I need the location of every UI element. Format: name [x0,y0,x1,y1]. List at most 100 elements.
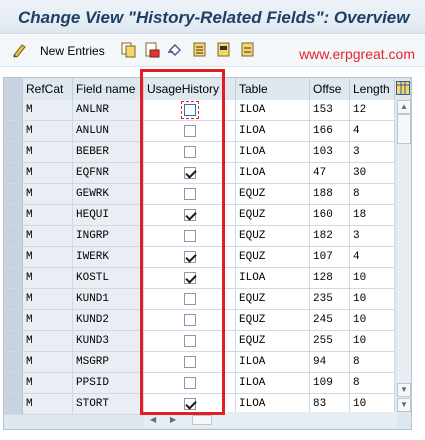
cell-offset[interactable]: 94 [310,352,350,373]
scroll-right-button[interactable]: ▶ [170,415,176,424]
scroll-end-button[interactable]: ▼ [397,398,411,412]
header-usage-history[interactable]: UsageHistory [144,78,236,100]
header-field-name[interactable]: Field name [73,78,144,100]
select-block-button[interactable] [216,41,232,61]
cell-refcat: M [23,163,73,184]
cell-table[interactable]: EQUZ [236,247,310,268]
cell-length[interactable]: 8 [350,373,395,394]
cell-offset[interactable]: 188 [310,184,350,205]
cell-length[interactable]: 12 [350,100,395,121]
column-settings-button[interactable] [395,78,411,100]
header-table[interactable]: Table [236,78,310,100]
usage-history-checkbox[interactable] [183,230,196,242]
cell-table[interactable]: ILOA [236,142,310,163]
scroll-left-button[interactable]: ◀ [150,415,156,424]
cell-length[interactable]: 3 [350,142,395,163]
cell-table[interactable]: ILOA [236,352,310,373]
cell-table[interactable]: EQUZ [236,205,310,226]
row-selector[interactable] [4,289,23,310]
usage-history-checkbox[interactable] [183,146,196,158]
cell-offset[interactable]: 153 [310,100,350,121]
cell-table[interactable]: EQUZ [236,184,310,205]
row-selector[interactable] [4,352,23,373]
undo-button[interactable] [167,41,183,61]
usage-history-checkbox[interactable] [183,167,196,179]
cell-table[interactable]: ILOA [236,100,310,121]
usage-history-checkbox[interactable] [183,335,196,347]
cell-length[interactable]: 3 [350,226,395,247]
usage-history-checkbox[interactable] [183,377,196,389]
usage-history-checkbox[interactable] [183,188,196,200]
row-selector[interactable] [4,394,23,415]
table-row: M IWERK EQUZ 107 4 [4,247,395,268]
cell-length[interactable]: 10 [350,331,395,352]
cell-length[interactable]: 10 [350,310,395,331]
cell-length[interactable]: 8 [350,184,395,205]
cell-length[interactable]: 8 [350,352,395,373]
row-selector[interactable] [4,268,23,289]
header-refcat[interactable]: RefCat [23,78,73,100]
cell-offset[interactable]: 107 [310,247,350,268]
cell-offset[interactable]: 182 [310,226,350,247]
scroll-thumb[interactable] [397,114,411,144]
header-offset[interactable]: Offse [310,78,350,100]
cell-offset[interactable]: 160 [310,205,350,226]
cell-table[interactable]: ILOA [236,163,310,184]
cell-length[interactable]: 4 [350,247,395,268]
usage-history-checkbox[interactable] [183,356,196,368]
row-selector[interactable] [4,163,23,184]
usage-history-checkbox[interactable] [183,125,196,137]
row-selector[interactable] [4,373,23,394]
row-selector[interactable] [4,247,23,268]
copy-button[interactable] [121,41,137,61]
cell-offset[interactable]: 245 [310,310,350,331]
display-change-button[interactable]: New Entries [12,41,105,61]
cell-length[interactable]: 4 [350,121,395,142]
usage-history-checkbox[interactable] [180,101,199,119]
cell-offset[interactable]: 235 [310,289,350,310]
cell-offset[interactable]: 166 [310,121,350,142]
delete-button[interactable] [144,41,160,61]
cell-offset[interactable]: 103 [310,142,350,163]
usage-history-cell [144,331,236,352]
cell-offset[interactable]: 47 [310,163,350,184]
cell-offset[interactable]: 255 [310,331,350,352]
usage-history-checkbox[interactable] [183,293,196,305]
table-header: RefCat Field name UsageHistory Table Off… [4,78,413,100]
cell-table[interactable]: EQUZ [236,310,310,331]
usage-history-checkbox[interactable] [183,251,196,263]
header-length[interactable]: Length [350,78,395,100]
cell-table[interactable]: EQUZ [236,331,310,352]
row-selector[interactable] [4,142,23,163]
cell-offset[interactable]: 109 [310,373,350,394]
vertical-scrollbar[interactable]: ▲ ▼ ▼ [397,100,411,412]
cell-table[interactable]: EQUZ [236,289,310,310]
cell-length[interactable]: 18 [350,205,395,226]
usage-history-checkbox[interactable] [183,398,196,410]
row-selector[interactable] [4,331,23,352]
select-all-button[interactable] [192,41,208,61]
horizontal-scrollbar[interactable]: ◀ ▶ [144,412,397,428]
usage-history-checkbox[interactable] [183,314,196,326]
cell-table[interactable]: ILOA [236,268,310,289]
usage-history-checkbox[interactable] [183,272,196,284]
deselect-all-button[interactable] [240,41,256,61]
row-selector[interactable] [4,205,23,226]
cell-table[interactable]: ILOA [236,373,310,394]
cell-table[interactable]: ILOA [236,121,310,142]
cell-length[interactable]: 10 [350,268,395,289]
cell-table[interactable]: EQUZ [236,226,310,247]
row-selector[interactable] [4,184,23,205]
row-selector[interactable] [4,121,23,142]
cell-length[interactable]: 10 [350,289,395,310]
usage-history-checkbox[interactable] [183,209,196,221]
row-selector[interactable] [4,226,23,247]
row-selector[interactable] [4,100,23,121]
row-selector[interactable] [4,310,23,331]
h-scroll-thumb[interactable] [192,415,212,425]
cell-length[interactable]: 30 [350,163,395,184]
cell-offset[interactable]: 128 [310,268,350,289]
scroll-down-button[interactable]: ▼ [397,383,411,397]
scroll-up-button[interactable]: ▲ [397,100,411,114]
select-all-rows-header[interactable] [4,78,23,100]
